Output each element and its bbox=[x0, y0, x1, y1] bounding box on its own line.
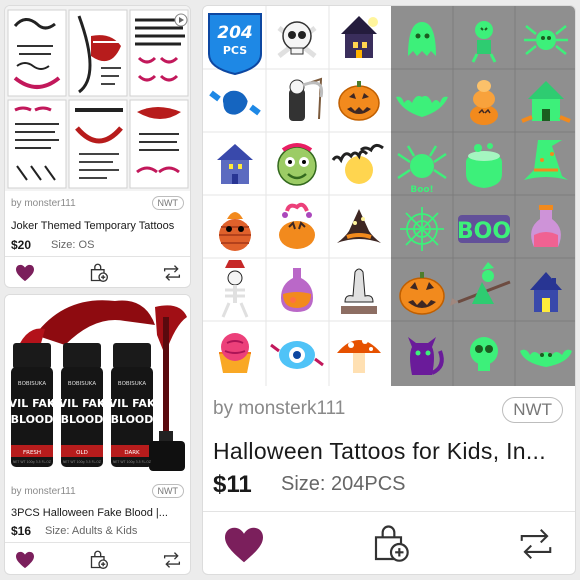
listing-price: $20 bbox=[11, 238, 32, 252]
listing-card[interactable]: 204 PCS Boo! BOO by monsterk111 NWT Hall… bbox=[202, 5, 576, 575]
tattoo-sheets-image bbox=[5, 6, 190, 191]
product-line-label: BLOOD bbox=[61, 413, 104, 426]
bundle-bag-plus-icon[interactable] bbox=[89, 550, 109, 570]
share-repost-icon[interactable] bbox=[162, 264, 182, 282]
seller-name[interactable]: by monster111 bbox=[11, 198, 76, 209]
variant-label: FRESH bbox=[23, 450, 41, 456]
listing-image[interactable] bbox=[5, 6, 190, 191]
listing-image[interactable]: 204 PCS Boo! BOO bbox=[203, 6, 575, 386]
listing-image[interactable]: BOBISUKA BOBISUKA BOBISUKA EVIL FAKE EVI… bbox=[5, 295, 190, 478]
listing-size: Size: OS bbox=[51, 239, 95, 251]
boo-glow-label: BOO bbox=[457, 219, 511, 244]
listing-title[interactable]: 3PCS Halloween Fake Blood |... bbox=[11, 507, 184, 519]
brand-label: BOBISUKA bbox=[18, 381, 46, 387]
condition-badge: NWT bbox=[502, 397, 563, 423]
listing-title[interactable]: Halloween Tattoos for Kids, In... bbox=[213, 438, 561, 465]
condition-badge: NWT bbox=[151, 196, 184, 210]
listing-price: $11 bbox=[213, 471, 252, 498]
brand-label: BOBISUKA bbox=[118, 381, 146, 387]
pcs-count-badge: 204 bbox=[217, 23, 253, 43]
condition-badge: NWT bbox=[151, 484, 184, 498]
bundle-bag-plus-icon[interactable] bbox=[371, 524, 411, 564]
glow-web bbox=[400, 207, 444, 251]
listing-actions bbox=[5, 542, 190, 574]
listing-feed: by monster111 NWT Joker Themed Temporary… bbox=[0, 0, 580, 580]
share-repost-icon[interactable] bbox=[162, 551, 182, 569]
listing-price: $16 bbox=[11, 524, 32, 538]
fake-blood-bottles-image: BOBISUKA BOBISUKA BOBISUKA EVIL FAKE EVI… bbox=[5, 295, 190, 478]
seller-name[interactable]: by monsterk111 bbox=[213, 398, 345, 420]
bundle-bag-plus-icon[interactable] bbox=[89, 263, 109, 283]
listing-size: Size: Adults & Kids bbox=[45, 525, 138, 537]
listing-card[interactable]: BOBISUKA BOBISUKA BOBISUKA EVIL FAKE EVI… bbox=[4, 294, 191, 575]
listing-size: Size: 204PCS bbox=[281, 473, 406, 495]
brand-label: BOBISUKA bbox=[68, 381, 96, 387]
listing-actions bbox=[203, 511, 575, 574]
net-weight-label: NET WT 100g 3.5 FL.OZ bbox=[113, 460, 152, 464]
share-repost-icon[interactable] bbox=[517, 526, 555, 562]
listing-actions bbox=[5, 256, 190, 287]
halloween-tattoo-grid-image: 204 PCS Boo! BOO bbox=[203, 6, 575, 386]
variant-label: OLD bbox=[76, 450, 88, 456]
heart-icon[interactable] bbox=[223, 526, 265, 564]
heart-icon[interactable] bbox=[15, 551, 35, 569]
product-line-label: EVIL FAKE bbox=[101, 397, 163, 410]
listing-card[interactable]: by monster111 NWT Joker Themed Temporary… bbox=[4, 5, 191, 288]
seller-name[interactable]: by monster111 bbox=[11, 486, 76, 497]
product-line-label: BLOOD bbox=[111, 413, 154, 426]
variant-label: DARK bbox=[124, 450, 140, 456]
listing-title[interactable]: Joker Themed Temporary Tattoos bbox=[11, 220, 184, 232]
net-weight-label: NET WT 100g 3.5 FL.OZ bbox=[13, 460, 52, 464]
net-weight-label: NET WT 100g 3.5 FL.OZ bbox=[63, 460, 102, 464]
product-line-label: BLOOD bbox=[11, 413, 54, 426]
boo-small-label: Boo! bbox=[410, 185, 433, 195]
heart-icon[interactable] bbox=[15, 264, 35, 282]
pcs-unit-label: PCS bbox=[223, 44, 247, 57]
